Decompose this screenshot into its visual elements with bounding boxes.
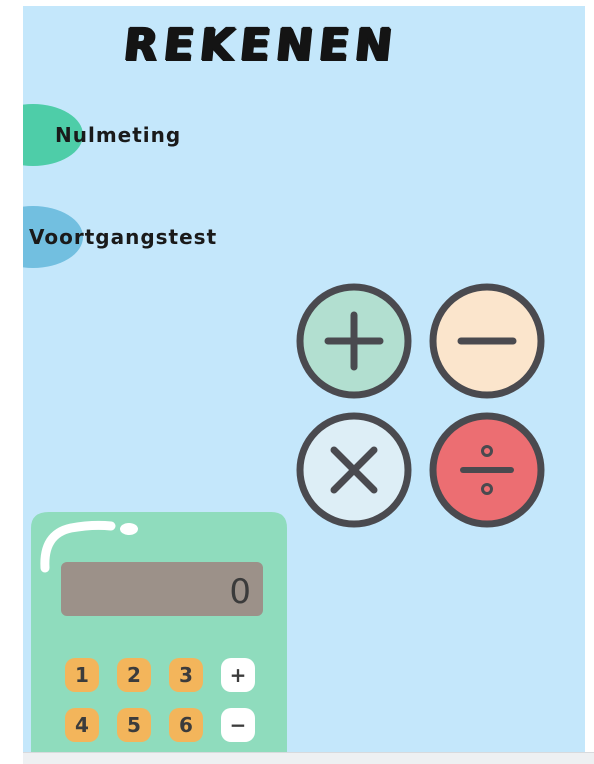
calc-key-minus: − xyxy=(221,708,255,742)
nav-nulmeting-label: Nulmeting xyxy=(55,123,182,147)
nav-nulmeting-button[interactable]: Nulmeting xyxy=(23,104,180,166)
app-canvas: REKENEN Nulmeting Voortgangstest 0 1 2 3… xyxy=(23,6,585,752)
calculator-illustration: 0 1 2 3 + 4 5 6 − xyxy=(31,512,289,752)
calc-key-6: 6 xyxy=(169,708,203,742)
calc-key-5: 5 xyxy=(117,708,151,742)
plus-icon xyxy=(296,283,412,399)
divide-icon xyxy=(429,412,545,528)
minus-button[interactable] xyxy=(428,282,546,400)
minus-icon xyxy=(429,283,545,399)
calc-key-2: 2 xyxy=(117,658,151,692)
plus-button[interactable] xyxy=(295,282,413,400)
calc-key-plus: + xyxy=(221,658,255,692)
bottom-scrollbar[interactable] xyxy=(23,752,594,764)
divide-button[interactable] xyxy=(428,411,546,529)
nav-voortgangstest-label: Voortgangstest xyxy=(29,225,218,249)
calc-key-4: 4 xyxy=(65,708,99,742)
calculator-display-value: 0 xyxy=(229,572,251,612)
calc-key-1: 1 xyxy=(65,658,99,692)
calc-key-3: 3 xyxy=(169,658,203,692)
nav-voortgangstest-button[interactable]: Voortgangstest xyxy=(23,206,216,268)
page-title: REKENEN xyxy=(121,20,401,71)
times-icon xyxy=(296,412,412,528)
right-margin xyxy=(585,0,594,764)
times-button[interactable] xyxy=(295,411,413,529)
